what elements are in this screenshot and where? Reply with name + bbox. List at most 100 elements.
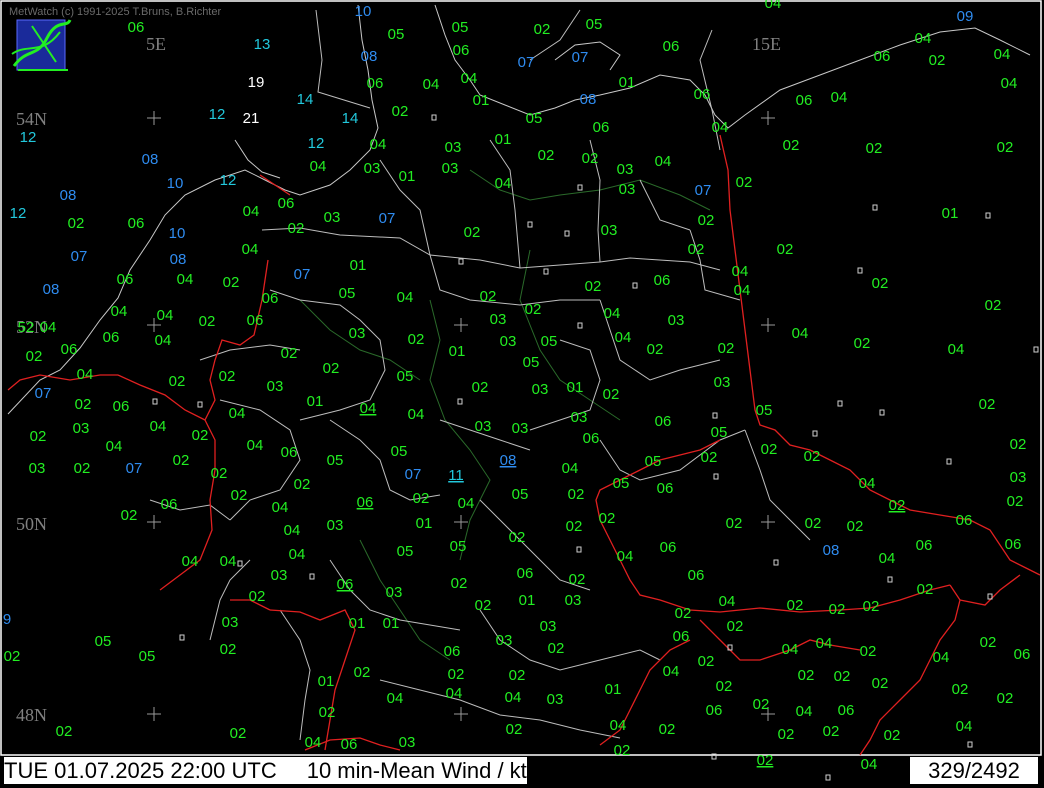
station-wind-value: 06	[357, 494, 374, 511]
station-wind-value: 04	[106, 438, 123, 455]
station-wind-value: 04	[305, 734, 322, 751]
station-wind-value: 05	[391, 443, 408, 460]
station-wind-value: 02	[4, 648, 21, 665]
station-wind-value: 04	[157, 307, 174, 324]
station-wind-value: 10	[169, 225, 186, 242]
station-wind-value: 02	[480, 288, 497, 305]
station-wind-value: 01	[383, 615, 400, 632]
station-wind-value: 06	[1014, 646, 1031, 663]
station-wind-value: 04	[289, 546, 306, 563]
station-wind-value: 01	[318, 673, 335, 690]
station-wind-value: 12	[209, 106, 226, 123]
station-wind-value: 06	[128, 19, 145, 36]
station-wind-value: 02	[1007, 493, 1024, 510]
station-wind-value: 12	[220, 172, 237, 189]
station-wind-value: 02	[509, 667, 526, 684]
station-wind-value: 04	[792, 325, 809, 342]
station-wind-value: 02	[860, 643, 877, 660]
station-wind-value: 02	[392, 103, 409, 120]
station-wind-value: 02	[985, 297, 1002, 314]
station-wind-value: 03	[29, 460, 46, 477]
station-wind-value: 02	[980, 634, 997, 651]
station-wind-value: 04	[861, 756, 878, 773]
station-wind-value: 03	[540, 618, 557, 635]
station-wind-value: 02	[169, 373, 186, 390]
station-wind-value: 02	[56, 723, 73, 740]
station-wind-value: 03	[512, 420, 529, 437]
station-wind-value: 05	[541, 333, 558, 350]
station-wind-value: 05	[512, 486, 529, 503]
station-wind-value: 12	[308, 135, 325, 152]
station-wind-value: 02	[778, 726, 795, 743]
station-wind-value: 06	[128, 215, 145, 232]
station-wind-value: 04	[604, 305, 621, 322]
station-wind-value: 03	[565, 592, 582, 609]
station-wind-value: 04	[994, 46, 1011, 63]
station-wind-value: 08	[823, 542, 840, 559]
station-wind-value: 02	[75, 396, 92, 413]
station-wind-value: 04	[933, 649, 950, 666]
station-wind-value: 01	[567, 379, 584, 396]
station-wind-value: 04	[655, 153, 672, 170]
station-wind-value: 04	[446, 685, 463, 702]
station-wind-value: 01	[605, 681, 622, 698]
station-wind-value: 03	[668, 312, 685, 329]
station-wind-value: 02	[475, 597, 492, 614]
station-wind-value: 04	[796, 703, 813, 720]
grid-label: 48N	[16, 705, 47, 725]
station-wind-value: 04	[458, 495, 475, 512]
wind-map: 5E 15E54N52N50N48N 061005 02 05 09130506 06 04…	[0, 0, 1044, 788]
station-wind-value: 01	[495, 131, 512, 148]
station-wind-value: 03	[496, 632, 513, 649]
station-wind-value: 02	[548, 640, 565, 657]
station-wind-value: 52	[18, 319, 35, 336]
station-wind-value: 04	[562, 460, 579, 477]
station-wind-value: 06	[660, 539, 677, 556]
station-wind-value: 05	[397, 368, 414, 385]
station-wind-value: 04	[1001, 75, 1018, 92]
station-wind-value: 01	[449, 343, 466, 360]
station-wind-value: 05	[586, 16, 603, 33]
station-wind-value: 04	[615, 329, 632, 346]
station-wind-value: 02	[997, 139, 1014, 156]
station-wind-value: 08	[170, 251, 187, 268]
station-wind-value: 02	[804, 448, 821, 465]
station-wind-value: 04	[229, 405, 246, 422]
station-wind-value: 05	[139, 648, 156, 665]
station-wind-value: 02	[829, 601, 846, 618]
station-wind-value: 04	[182, 553, 199, 570]
station-wind-value: 04	[284, 522, 301, 539]
station-wind-value: 03	[1010, 469, 1027, 486]
station-wind-value: 04	[360, 400, 377, 417]
station-wind-value: 07	[695, 182, 712, 199]
station-wind-value: 06	[453, 42, 470, 59]
station-wind-value: 01	[399, 168, 416, 185]
station-wind-value: 01	[416, 515, 433, 532]
station-wind-value: 05	[526, 110, 543, 127]
station-wind-value: 02	[173, 452, 190, 469]
station-wind-value: 02	[534, 21, 551, 38]
frame-counter: 329/2492	[910, 757, 1038, 784]
station-wind-value: 02	[834, 668, 851, 685]
station-wind-value: 02	[823, 723, 840, 740]
station-wind-value: 04	[610, 717, 627, 734]
station-wind-value: 04	[816, 635, 833, 652]
station-wind-value: 02	[866, 140, 883, 157]
station-wind-value: 04	[408, 406, 425, 423]
copyright-credit: MetWatch (c) 1991-2025 T.Bruns, B.Richte…	[9, 6, 222, 18]
station-wind-value: 06	[874, 48, 891, 65]
station-wind-value: 06	[593, 119, 610, 136]
station-wind-value: 04	[111, 303, 128, 320]
station-wind-value: 03	[490, 311, 507, 328]
station-wind-value: 02	[854, 335, 871, 352]
station-wind-value: 02	[26, 348, 43, 365]
station-wind-value: 06	[663, 38, 680, 55]
station-wind-value: 02	[727, 618, 744, 635]
station-wind-value: 04	[461, 70, 478, 87]
station-wind-value: 02	[787, 597, 804, 614]
station-wind-value: 05	[452, 19, 469, 36]
station-wind-value: 02	[231, 487, 248, 504]
station-wind-value: 21	[243, 110, 260, 127]
station-wind-value: 03	[445, 139, 462, 156]
station-wind-value: 03	[532, 381, 549, 398]
